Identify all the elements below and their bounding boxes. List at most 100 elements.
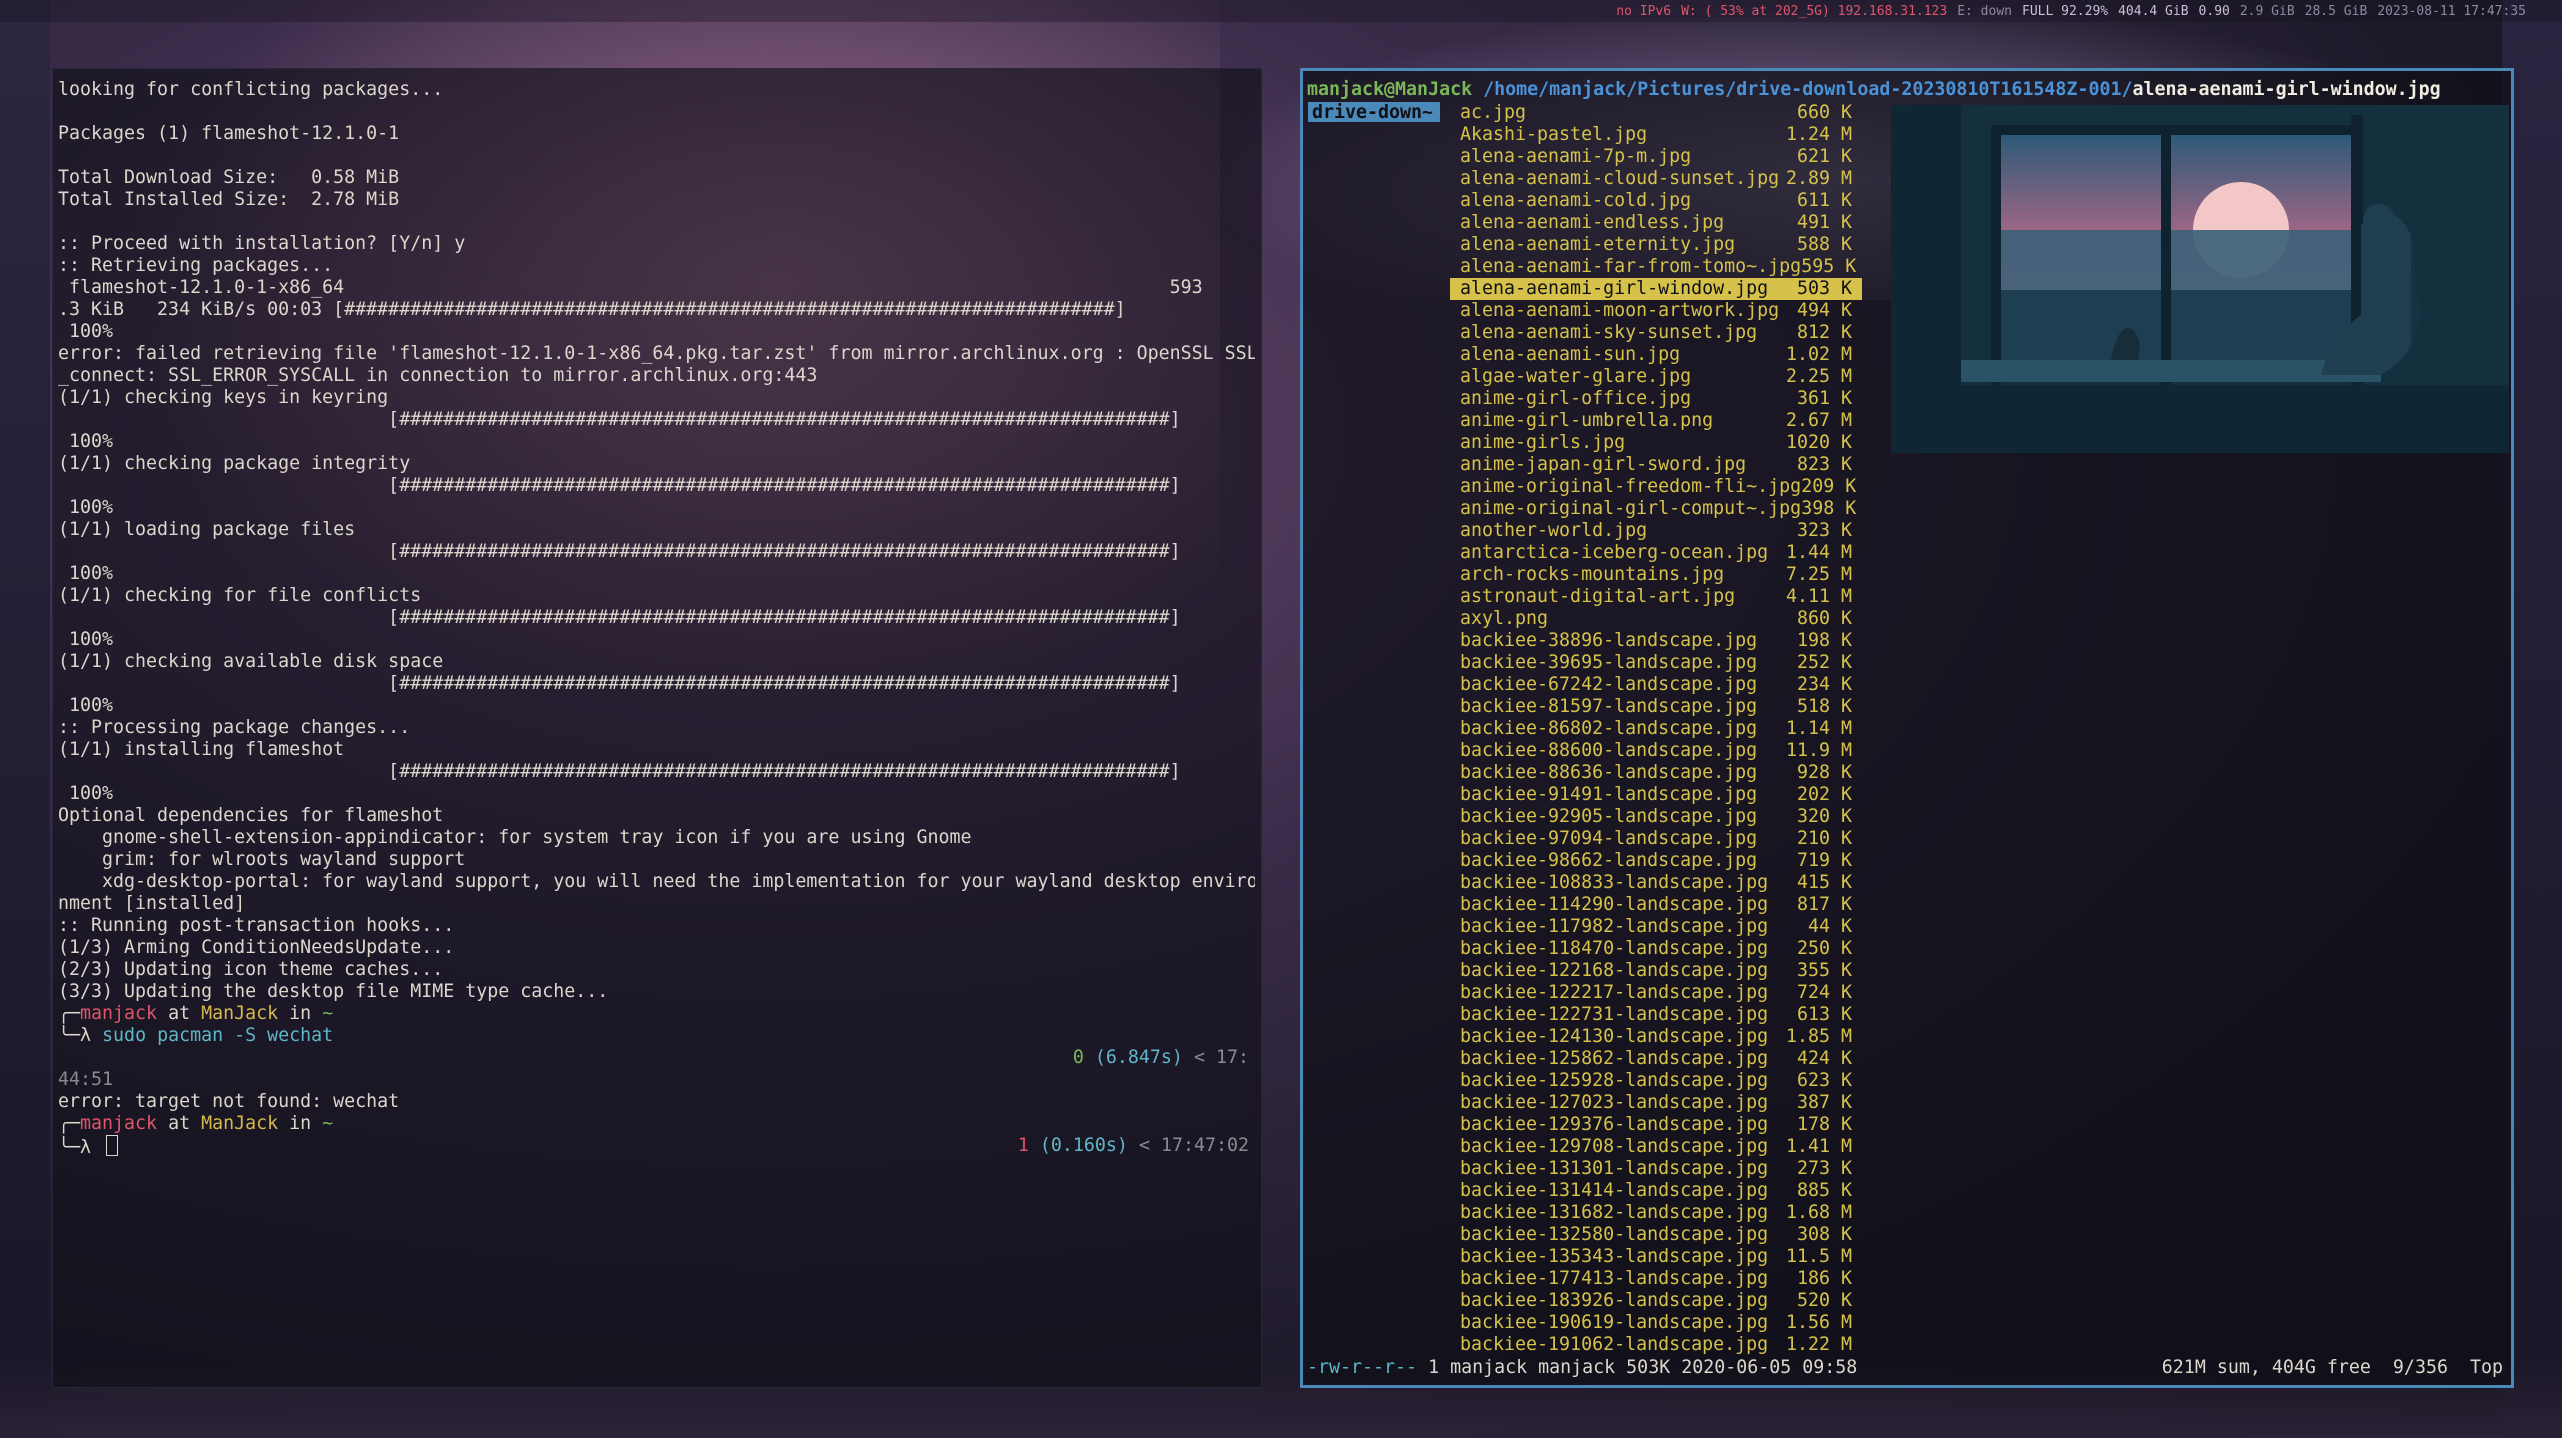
status-item: 28.5 GiB bbox=[2304, 3, 2368, 19]
file-name: backiee-91491-landscape.jpg bbox=[1460, 784, 1758, 805]
terminal-line: (1/1) loading package files bbox=[58, 519, 356, 540]
file-row[interactable]: backiee-108833-landscape.jpg 415 K bbox=[1450, 872, 1862, 894]
file-row[interactable]: backiee-127023-landscape.jpg 387 K bbox=[1450, 1092, 1862, 1114]
file-row[interactable]: anime-girls.jpg 1020 K bbox=[1450, 432, 1862, 454]
terminal-line: gnome-shell-extension-appindicator: for … bbox=[58, 827, 972, 848]
file-row[interactable]: backiee-177413-landscape.jpg 186 K bbox=[1450, 1268, 1862, 1290]
file-row[interactable]: backiee-131682-landscape.jpg 1.68 M bbox=[1450, 1202, 1862, 1224]
file-name: anime-girl-umbrella.png bbox=[1460, 410, 1714, 431]
ranger-file-manager[interactable]: manjack@ManJack /home/manjack/Pictures/d… bbox=[1300, 68, 2514, 1388]
file-row[interactable]: backiee-81597-landscape.jpg 518 K bbox=[1450, 696, 1862, 718]
file-row[interactable]: backiee-135343-landscape.jpg 11.5 M bbox=[1450, 1246, 1862, 1268]
file-row[interactable]: backiee-129376-landscape.jpg 178 K bbox=[1450, 1114, 1862, 1136]
file-row-selected[interactable]: alena-aenami-girl-window.jpg 503 K bbox=[1450, 278, 1862, 300]
text-cursor[interactable] bbox=[106, 1135, 119, 1156]
file-row[interactable]: anime-original-freedom-fli~.jpg 209 K bbox=[1450, 476, 1862, 498]
file-row[interactable]: backiee-122168-landscape.jpg 355 K bbox=[1450, 960, 1862, 982]
file-row[interactable]: anime-girl-umbrella.png 2.67 M bbox=[1450, 410, 1862, 432]
file-name: algae-water-glare.jpg bbox=[1460, 366, 1692, 387]
file-row[interactable]: algae-water-glare.jpg 2.25 M bbox=[1450, 366, 1862, 388]
terminal-line: (1/1) checking keys in keyring bbox=[58, 387, 389, 408]
file-size: 424 K bbox=[1796, 1048, 1852, 1069]
file-row[interactable]: backiee-183926-landscape.jpg 520 K bbox=[1450, 1290, 1862, 1312]
file-row[interactable]: backiee-88636-landscape.jpg 928 K bbox=[1450, 762, 1862, 784]
file-name: alena-aenami-cloud-sunset.jpg bbox=[1460, 168, 1780, 189]
file-row[interactable]: alena-aenami-cold.jpg 611 K bbox=[1450, 190, 1862, 212]
file-row[interactable]: backiee-117982-landscape.jpg 44 K bbox=[1450, 916, 1862, 938]
file-name: alena-aenami-girl-window.jpg bbox=[1460, 278, 1769, 299]
dir-summary: 621M sum, 404G free 9/356 Top bbox=[2161, 1357, 2503, 1378]
command-duration: (6.847s) bbox=[1094, 1047, 1183, 1068]
file-row[interactable]: backiee-125928-landscape.jpg 623 K bbox=[1450, 1070, 1862, 1092]
file-name: backiee-98662-landscape.jpg bbox=[1460, 850, 1758, 871]
file-row[interactable]: alena-aenami-endless.jpg 491 K bbox=[1450, 212, 1862, 234]
terminal-line: (1/1) checking available disk space bbox=[58, 651, 444, 672]
file-name: Akashi-pastel.jpg bbox=[1460, 124, 1648, 145]
file-row[interactable]: backiee-125862-landscape.jpg 424 K bbox=[1450, 1048, 1862, 1070]
file-row[interactable]: backiee-131301-landscape.jpg 273 K bbox=[1450, 1158, 1862, 1180]
file-row[interactable]: backiee-114290-landscape.jpg 817 K bbox=[1450, 894, 1862, 916]
file-name: backiee-135343-landscape.jpg bbox=[1460, 1246, 1769, 1267]
file-row[interactable]: antarctica-iceberg-ocean.jpg 1.44 M bbox=[1450, 542, 1862, 564]
file-row[interactable]: backiee-88600-landscape.jpg 11.9 M bbox=[1450, 740, 1862, 762]
prompt-in: in bbox=[278, 1003, 323, 1024]
file-row[interactable]: backiee-131414-landscape.jpg 885 K bbox=[1450, 1180, 1862, 1202]
terminal-line: Total Installed Size: 2.78 MiB bbox=[58, 189, 400, 210]
file-name: backiee-92905-landscape.jpg bbox=[1460, 806, 1758, 827]
command-line-2[interactable]: ╰─λ 1 (0.160s) < 17:47:02 bbox=[58, 1135, 1255, 1157]
parent-dir-entry[interactable]: drive-down~ bbox=[1308, 102, 1440, 123]
terminal-window-left[interactable]: looking for conflicting packages... Packa… bbox=[52, 68, 1262, 1388]
file-row[interactable]: arch-rocks-mountains.jpg 7.25 M bbox=[1450, 564, 1862, 586]
file-row[interactable]: anime-original-girl-comput~.jpg 398 K bbox=[1450, 498, 1862, 520]
file-row[interactable]: alena-aenami-sun.jpg 1.02 M bbox=[1450, 344, 1862, 366]
file-size: 1.85 M bbox=[1785, 1026, 1852, 1047]
file-row[interactable]: backiee-191062-landscape.jpg 1.22 M bbox=[1450, 1334, 1862, 1356]
file-size: 660 K bbox=[1796, 102, 1852, 123]
file-row[interactable]: anime-japan-girl-sword.jpg 823 K bbox=[1450, 454, 1862, 476]
file-name: backiee-132580-landscape.jpg bbox=[1460, 1224, 1769, 1245]
file-row[interactable]: backiee-118470-landscape.jpg 250 K bbox=[1450, 938, 1862, 960]
file-row[interactable]: backiee-124130-landscape.jpg 1.85 M bbox=[1450, 1026, 1862, 1048]
file-row[interactable]: alena-aenami-7p-m.jpg 621 K bbox=[1450, 146, 1862, 168]
terminal-line: (1/1) checking for file conflicts bbox=[58, 585, 422, 606]
file-name: alena-aenami-endless.jpg bbox=[1460, 212, 1725, 233]
file-size: 1020 K bbox=[1785, 432, 1852, 453]
file-row[interactable]: backiee-97094-landscape.jpg 210 K bbox=[1450, 828, 1862, 850]
status-item: E: down bbox=[1957, 3, 2012, 19]
file-name: backiee-131301-landscape.jpg bbox=[1460, 1158, 1769, 1179]
file-size: 613 K bbox=[1796, 1004, 1852, 1025]
file-row[interactable]: backiee-39695-landscape.jpg 252 K bbox=[1450, 652, 1862, 674]
file-row[interactable]: alena-aenami-moon-artwork.jpg 494 K bbox=[1450, 300, 1862, 322]
file-size: 623 K bbox=[1796, 1070, 1852, 1091]
file-row[interactable]: axyl.png 860 K bbox=[1450, 608, 1862, 630]
file-row[interactable]: backiee-91491-landscape.jpg 202 K bbox=[1450, 784, 1862, 806]
file-row[interactable]: another-world.jpg 323 K bbox=[1450, 520, 1862, 542]
file-row[interactable]: backiee-67242-landscape.jpg 234 K bbox=[1450, 674, 1862, 696]
file-row[interactable]: ac.jpg 660 K bbox=[1450, 102, 1862, 124]
ranger-statusbar: -rw-r--r-- 1 manjack manjack 503K 2020-0… bbox=[1307, 1357, 2503, 1379]
file-row[interactable]: Akashi-pastel.jpg 1.24 M bbox=[1450, 124, 1862, 146]
file-row[interactable]: alena-aenami-eternity.jpg 588 K bbox=[1450, 234, 1862, 256]
file-row[interactable]: backiee-86802-landscape.jpg 1.14 M bbox=[1450, 718, 1862, 740]
file-row[interactable]: backiee-132580-landscape.jpg 308 K bbox=[1450, 1224, 1862, 1246]
file-row[interactable]: alena-aenami-far-from-tomo~.jpg 595 K bbox=[1450, 256, 1862, 278]
file-row[interactable]: backiee-190619-landscape.jpg 1.56 M bbox=[1450, 1312, 1862, 1334]
file-row[interactable]: backiee-98662-landscape.jpg 719 K bbox=[1450, 850, 1862, 872]
file-name: alena-aenami-sky-sunset.jpg bbox=[1460, 322, 1758, 343]
file-row[interactable]: backiee-129708-landscape.jpg 1.41 M bbox=[1450, 1136, 1862, 1158]
file-list[interactable]: ac.jpg 660 K Akashi-pastel.jpg 1.24 Malena-… bbox=[1450, 102, 1862, 1356]
file-row[interactable]: backiee-122217-landscape.jpg 724 K bbox=[1450, 982, 1862, 1004]
file-name: backiee-183926-landscape.jpg bbox=[1460, 1290, 1769, 1311]
file-size: 234 K bbox=[1796, 674, 1852, 695]
file-row[interactable]: alena-aenami-cloud-sunset.jpg 2.89 M bbox=[1450, 168, 1862, 190]
file-size: 252 K bbox=[1796, 652, 1852, 673]
file-name: backiee-39695-landscape.jpg bbox=[1460, 652, 1758, 673]
file-row[interactable]: anime-girl-office.jpg 361 K bbox=[1450, 388, 1862, 410]
file-row[interactable]: backiee-92905-landscape.jpg 320 K bbox=[1450, 806, 1862, 828]
file-row[interactable]: backiee-122731-landscape.jpg 613 K bbox=[1450, 1004, 1862, 1026]
file-size: 415 K bbox=[1796, 872, 1852, 893]
file-row[interactable]: alena-aenami-sky-sunset.jpg 812 K bbox=[1450, 322, 1862, 344]
file-name: axyl.png bbox=[1460, 608, 1549, 629]
file-row[interactable]: astronaut-digital-art.jpg 4.11 M bbox=[1450, 586, 1862, 608]
file-row[interactable]: backiee-38896-landscape.jpg 198 K bbox=[1450, 630, 1862, 652]
